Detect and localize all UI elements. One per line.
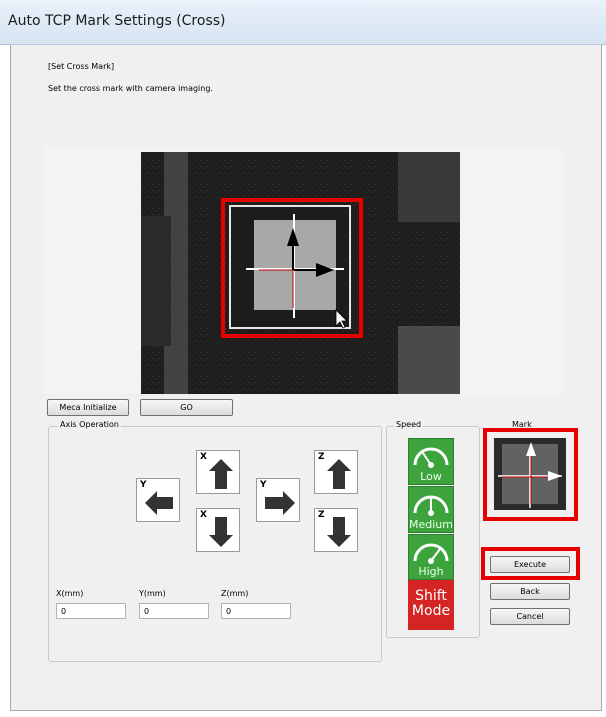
arrow-up-icon	[209, 459, 233, 489]
speed-low-button[interactable]: Low	[408, 438, 454, 485]
z-mm-label: Z(mm)	[221, 589, 249, 598]
speed-medium-label: Medium	[409, 518, 453, 531]
y-minus-button[interactable]: Y	[256, 478, 300, 522]
cancel-button[interactable]: Cancel	[490, 608, 570, 625]
z-mm-field[interactable]	[221, 603, 291, 619]
x-mm-label: X(mm)	[56, 589, 84, 598]
shift-mode-button[interactable]: Shift Mode	[408, 580, 454, 630]
speedometer-icon	[413, 447, 449, 468]
x-plus-button[interactable]: X	[196, 450, 240, 494]
speed-label: Speed	[394, 420, 424, 429]
window-title: Auto TCP Mark Settings (Cross)	[8, 13, 226, 29]
meca-initialize-button[interactable]: Meca Initialize	[47, 399, 129, 416]
arrow-down-icon	[209, 517, 233, 547]
y-mm-field[interactable]	[139, 603, 209, 619]
camera-image-panel	[44, 146, 562, 394]
shift-mode-label-line2: Mode	[411, 603, 451, 619]
speedometer-icon	[413, 543, 449, 564]
y-plus-button[interactable]: Y	[136, 478, 180, 522]
section-title: [Set Cross Mark]	[48, 62, 115, 71]
shift-mode-label-line1: Shift	[415, 588, 447, 604]
window-title-bar[interactable]: Auto TCP Mark Settings (Cross)	[0, 0, 606, 45]
axis-operation-label: Axis Operation	[58, 420, 121, 429]
arrow-down-icon	[327, 517, 351, 547]
back-button[interactable]: Back	[490, 583, 570, 600]
x-minus-button[interactable]: X	[196, 508, 240, 552]
arrow-up-icon	[327, 459, 351, 489]
crop-highlight-box	[221, 198, 363, 338]
speed-high-label: High	[418, 565, 444, 578]
speed-medium-button[interactable]: Medium	[408, 486, 454, 533]
instruction-text: Set the cross mark with camera imaging.	[48, 84, 213, 93]
execute-highlight-box	[481, 547, 580, 580]
go-button[interactable]: GO	[140, 399, 233, 416]
speedometer-icon	[413, 495, 449, 516]
z-minus-button[interactable]: Z	[314, 508, 358, 552]
y-mm-label: Y(mm)	[139, 589, 166, 598]
x-mm-field[interactable]	[56, 603, 126, 619]
speed-high-button[interactable]: High	[408, 534, 454, 580]
mark-highlight-box	[483, 428, 578, 521]
z-plus-button[interactable]: Z	[314, 450, 358, 494]
arrow-left-icon	[145, 491, 173, 515]
arrow-right-icon	[265, 491, 295, 515]
speed-low-label: Low	[420, 470, 442, 483]
